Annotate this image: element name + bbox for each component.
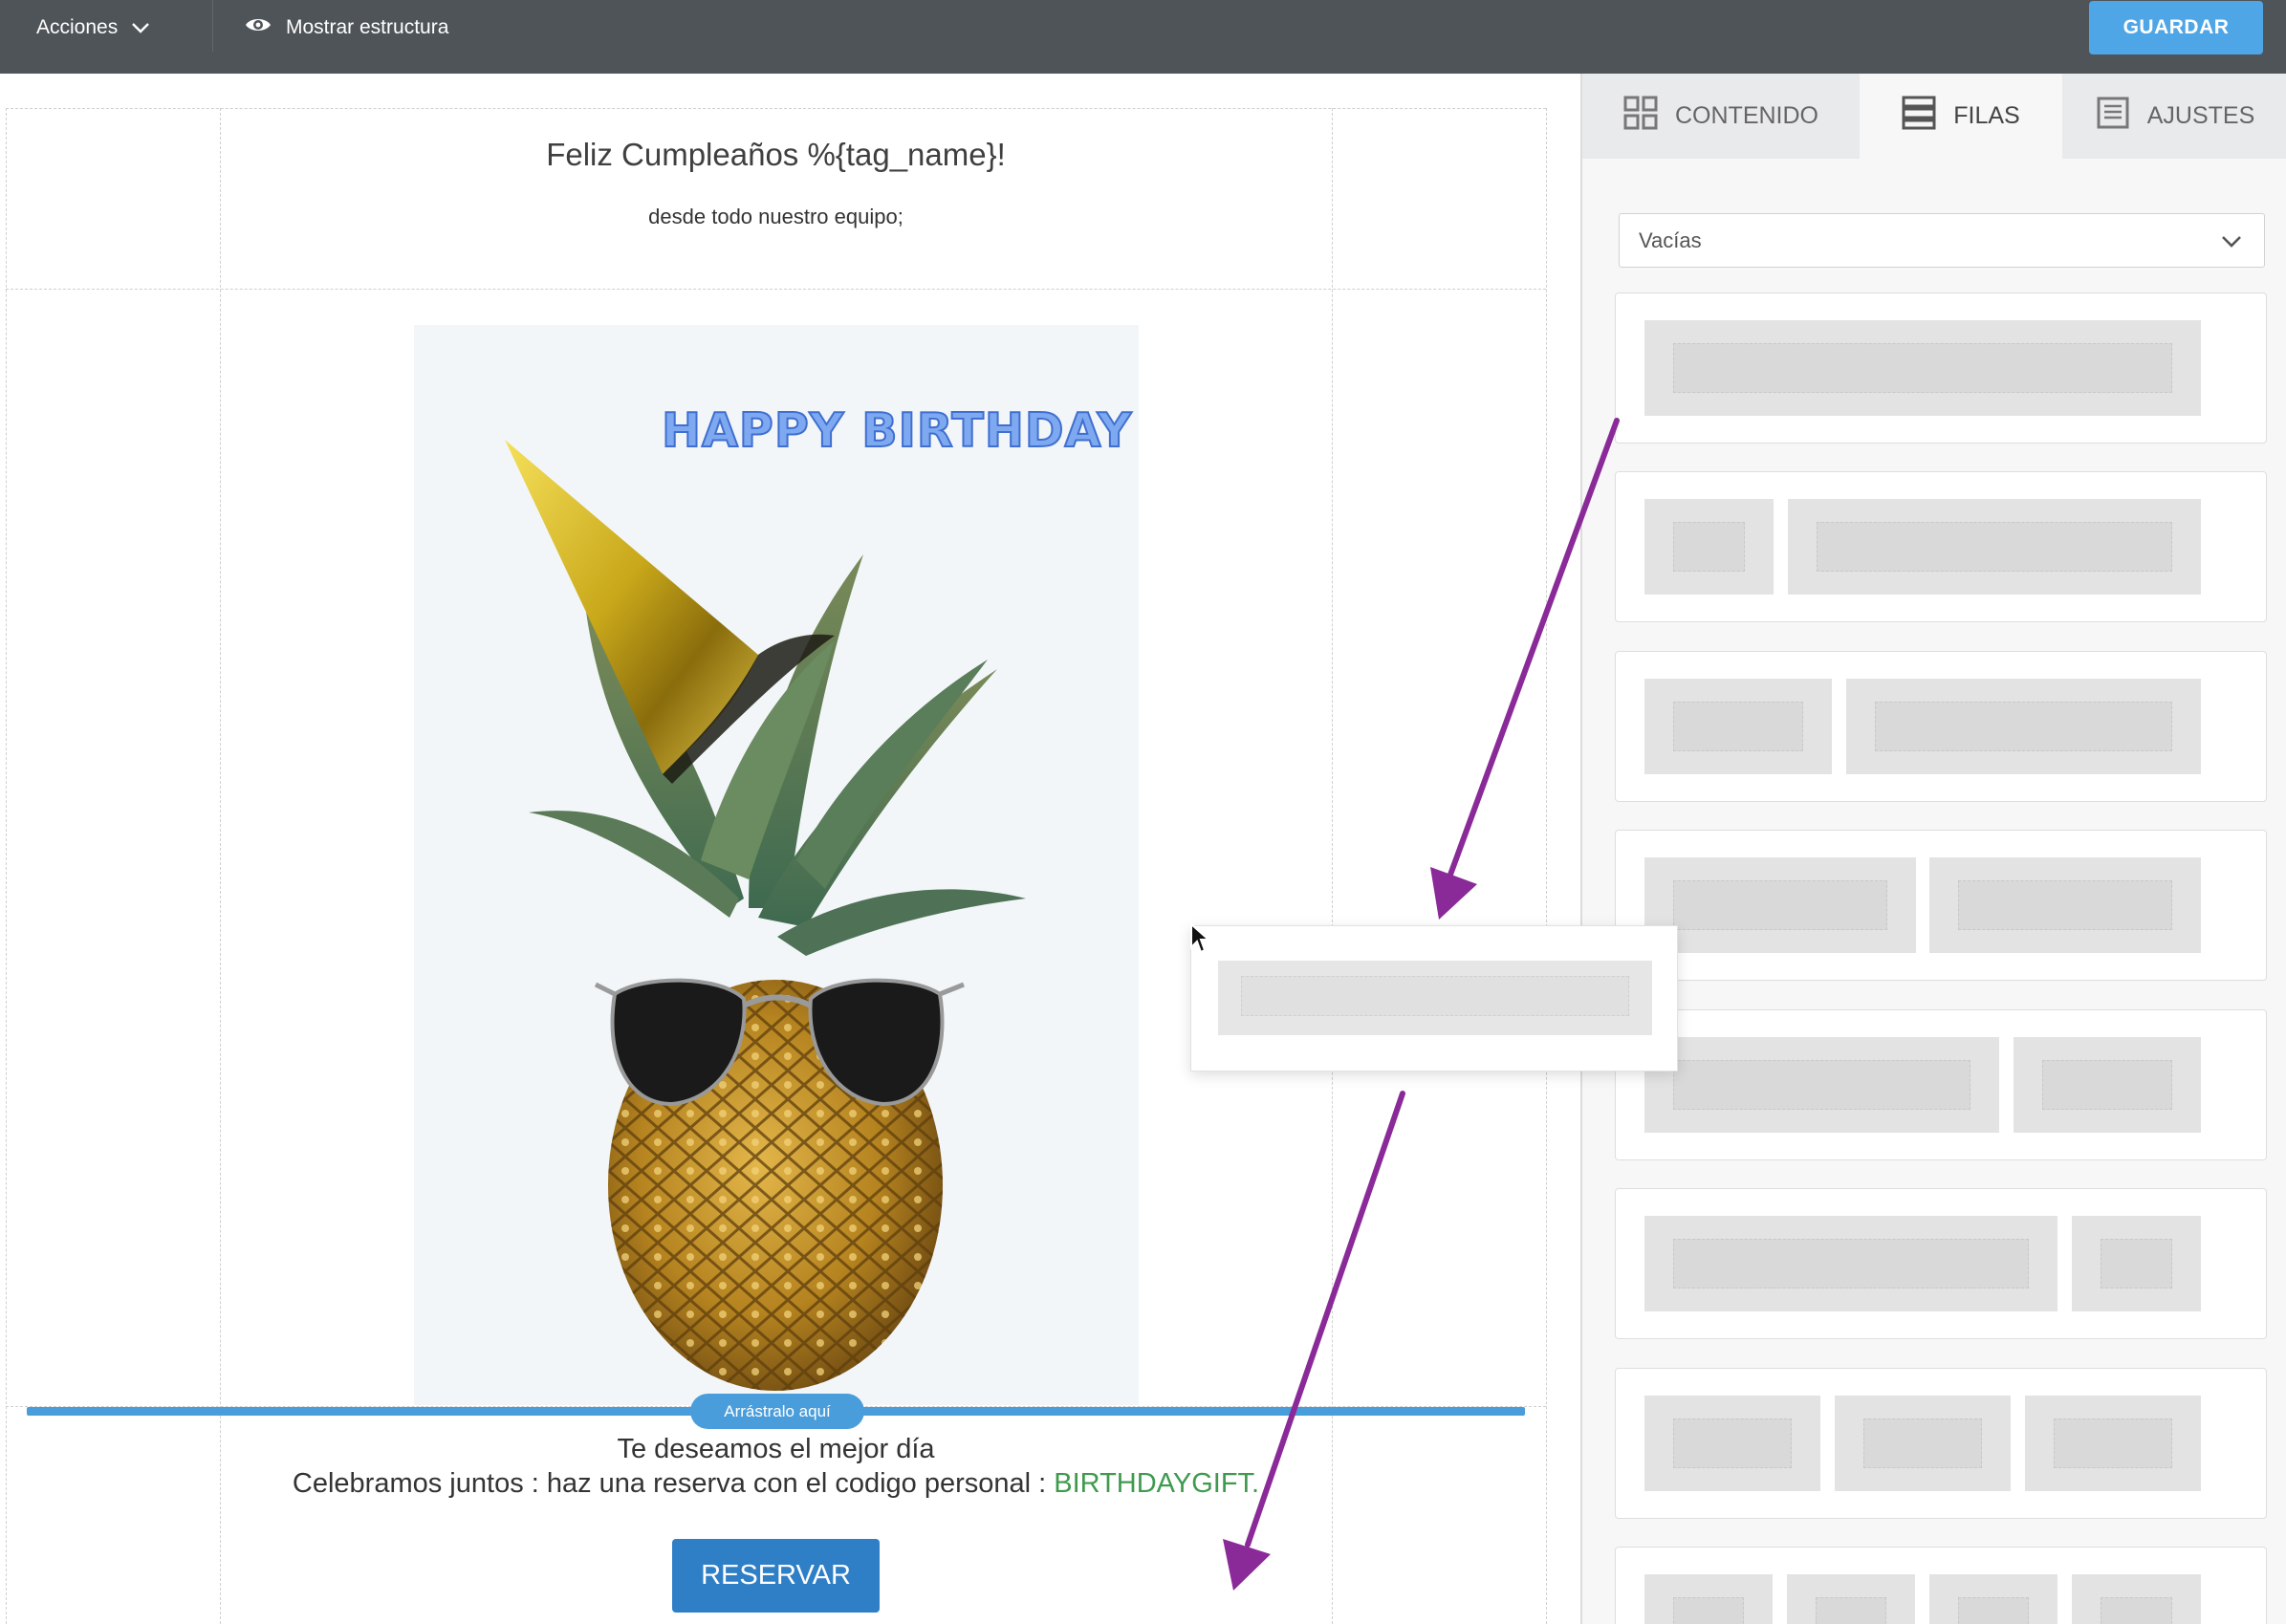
row-layout-1-column[interactable]	[1615, 292, 2267, 444]
actions-label: Acciones	[36, 15, 119, 38]
row-column	[1218, 961, 1652, 1035]
mouse-cursor-icon	[1190, 922, 1211, 954]
email-title[interactable]: Feliz Cumpleaños %{tag_name}!	[220, 137, 1332, 173]
toolbar-divider	[212, 0, 213, 52]
row-column	[2025, 1396, 2201, 1491]
row-layout-1-2[interactable]	[1615, 651, 2267, 802]
structure-guide	[220, 108, 221, 1624]
birthday-pineapple-image[interactable]: HAPPY BIRTHDAY	[414, 325, 1139, 1405]
row-column	[1929, 857, 2201, 953]
column-placeholder	[1958, 1597, 2029, 1624]
column-placeholder	[1241, 976, 1629, 1016]
structure-guide	[6, 108, 7, 1624]
row-type-select[interactable]: Vacías	[1619, 213, 2265, 268]
save-button[interactable]: GUARDAR	[2089, 1, 2263, 54]
row-layout-4-columns[interactable]	[1615, 1547, 2267, 1624]
right-panel: CONTENIDO FILAS AJUSTES Vacías	[1580, 74, 2286, 1624]
row-column	[1835, 1396, 2011, 1491]
tab-filas[interactable]: FILAS	[1860, 74, 2062, 159]
row-column	[2014, 1037, 2201, 1133]
column-placeholder	[1816, 1597, 1886, 1624]
email-subtitle[interactable]: desde todo nuestro equipo;	[220, 205, 1332, 229]
actions-menu[interactable]: Acciones	[36, 0, 150, 54]
row-column	[2072, 1574, 2201, 1624]
row-column	[1644, 1037, 1999, 1133]
column-placeholder	[1673, 1418, 1792, 1468]
column-placeholder	[2101, 1597, 2172, 1624]
structure-guide	[6, 108, 1546, 109]
panel-tabs: CONTENIDO FILAS AJUSTES	[1582, 74, 2286, 159]
row-column	[1929, 1574, 2057, 1624]
column-placeholder	[1875, 702, 2172, 751]
email-canvas[interactable]: Feliz Cumpleaños %{tag_name}! desde todo…	[0, 74, 1580, 1624]
row-column	[1644, 679, 1832, 774]
row-column	[1644, 1574, 1773, 1624]
dragged-row-ghost[interactable]	[1190, 925, 1678, 1072]
chevron-down-icon	[2220, 229, 2243, 258]
chevron-down-icon	[131, 16, 150, 39]
promo-code: BIRTHDAYGIFT.	[1054, 1468, 1260, 1499]
row-layout-2-1[interactable]	[1615, 1009, 2267, 1160]
reservation-text[interactable]: Celebramos juntos : haz una reserva con …	[172, 1468, 1380, 1500]
column-placeholder	[2042, 1060, 2172, 1110]
pineapple-illustration	[505, 440, 1026, 1391]
row-column	[2072, 1216, 2201, 1311]
tab-filas-label: FILAS	[1953, 102, 2020, 129]
column-placeholder	[2054, 1418, 2172, 1468]
row-column	[1644, 857, 1916, 953]
show-structure-label: Mostrar estructura	[286, 15, 449, 38]
column-placeholder	[1673, 343, 2172, 393]
tab-ajustes-label: AJUSTES	[2146, 102, 2255, 129]
row-column	[1644, 1216, 2057, 1311]
eye-icon	[244, 15, 272, 40]
row-layout-2-columns[interactable]	[1615, 830, 2267, 981]
row-layout-3-1[interactable]	[1615, 1188, 2267, 1339]
show-structure-toggle[interactable]: Mostrar estructura	[244, 0, 448, 54]
rows-icon	[1902, 96, 1936, 137]
wish-text[interactable]: Te deseamos el mejor día	[220, 1434, 1332, 1465]
row-column	[1644, 1396, 1820, 1491]
row-type-value: Vacías	[1639, 227, 1702, 252]
row-layout-1-3[interactable]	[1615, 471, 2267, 622]
row-column	[1846, 679, 2201, 774]
structure-guide	[1332, 108, 1333, 1624]
row-column	[1644, 499, 1774, 595]
tab-contenido[interactable]: CONTENIDO	[1582, 74, 1860, 159]
row-column	[1644, 320, 2201, 416]
column-placeholder	[1673, 1239, 2029, 1288]
structure-guide	[1546, 108, 1547, 1624]
column-placeholder	[1958, 880, 2172, 930]
column-placeholder	[1673, 1060, 1970, 1110]
row-layout-3-columns[interactable]	[1615, 1368, 2267, 1519]
reserve-button[interactable]: RESERVAR	[672, 1539, 880, 1613]
column-placeholder	[1673, 880, 1887, 930]
column-placeholder	[2101, 1239, 2172, 1288]
column-placeholder	[1817, 522, 2172, 572]
settings-doc-icon	[2096, 96, 2130, 137]
top-toolbar: Acciones Mostrar estructura GUARDAR	[0, 0, 2286, 74]
column-placeholder	[1673, 1597, 1744, 1624]
grid-icon	[1623, 96, 1658, 137]
structure-guide	[6, 289, 1546, 290]
column-placeholder	[1673, 702, 1803, 751]
drop-here-label: Arrástralo aquí	[690, 1394, 864, 1429]
email-editor: Acciones Mostrar estructura GUARDAR Feli…	[0, 0, 2286, 1624]
tab-contenido-label: CONTENIDO	[1675, 102, 1818, 129]
row-column	[1787, 1574, 1915, 1624]
row-column	[1788, 499, 2201, 595]
column-placeholder	[1863, 1418, 1982, 1468]
column-placeholder	[1673, 522, 1745, 572]
reservation-prefix: Celebramos juntos : haz una reserva con …	[292, 1468, 1055, 1499]
tab-ajustes[interactable]: AJUSTES	[2062, 74, 2286, 159]
